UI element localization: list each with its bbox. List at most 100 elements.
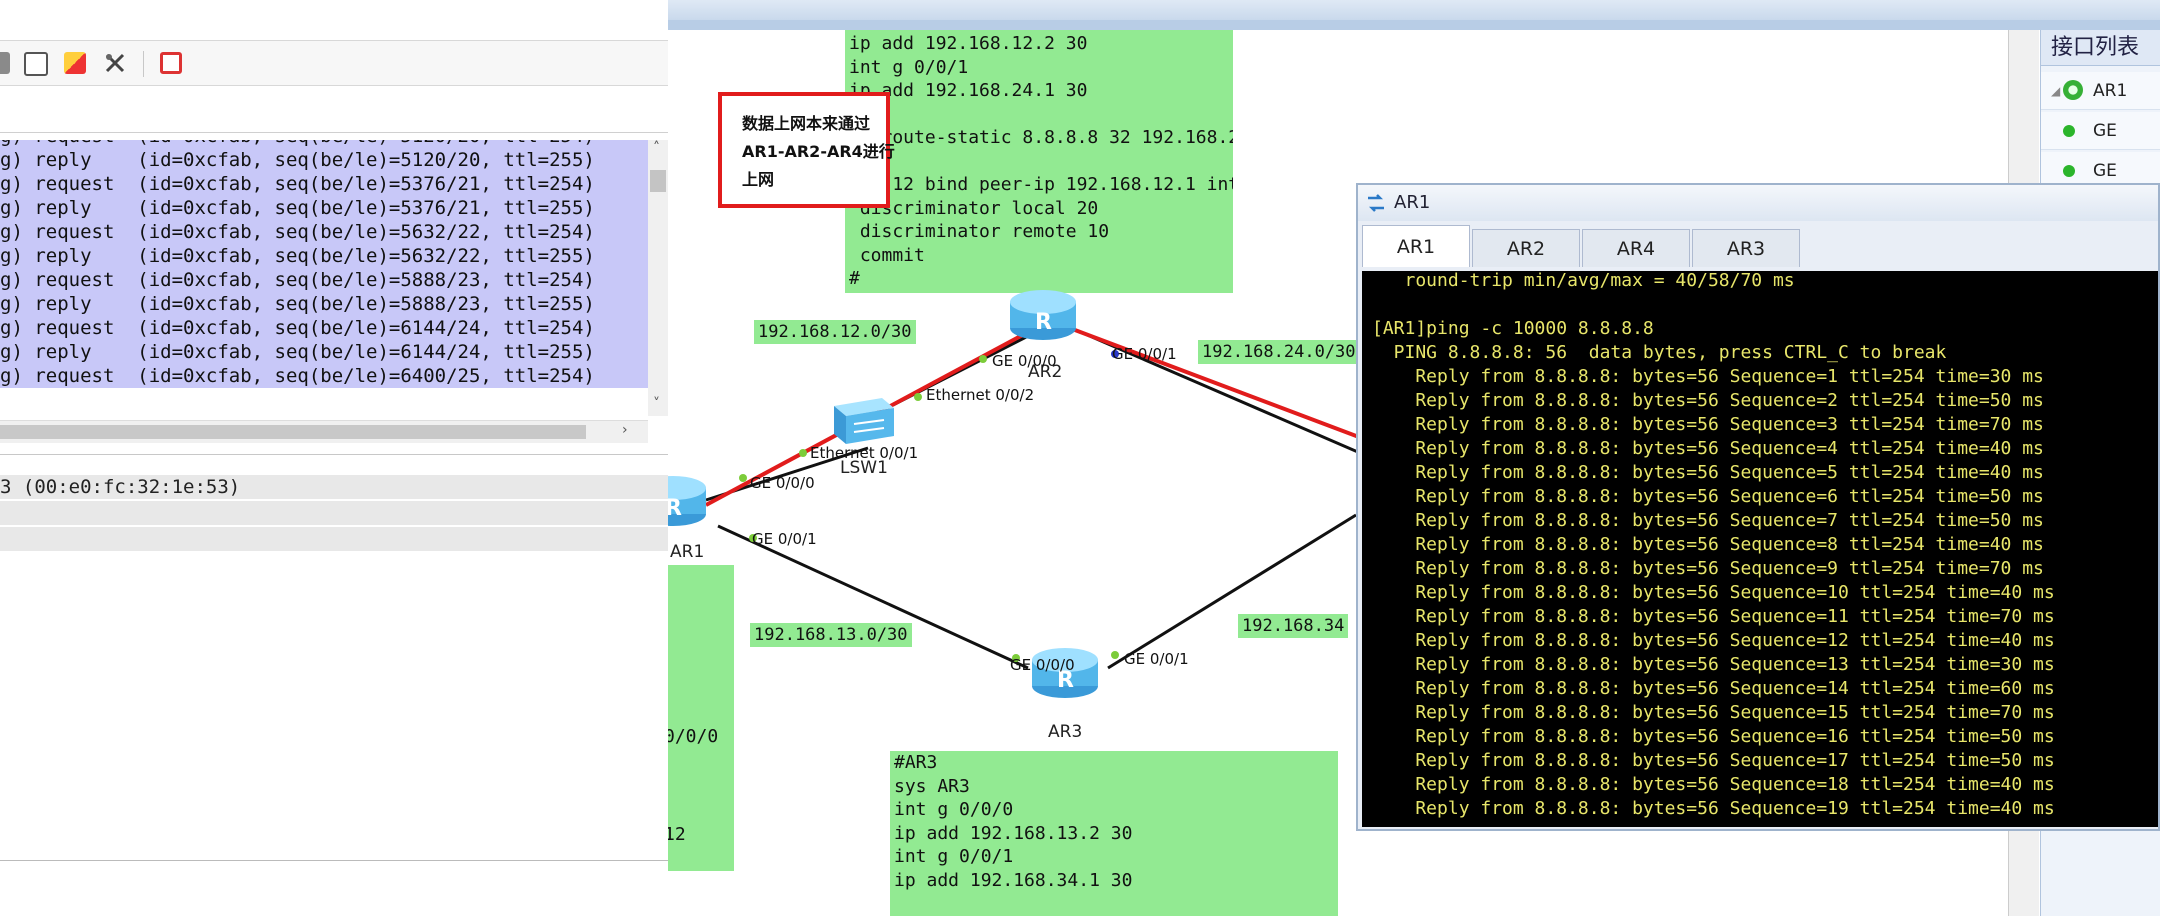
- config-note-left-line: 12: [668, 824, 686, 845]
- terminal-line: Reply from 8.8.8.8: bytes=56 Sequence=3 …: [1372, 414, 2044, 435]
- detail-row[interactable]: [0, 527, 668, 551]
- terminal-line: round-trip min/avg/max = 40/58/70 ms: [1372, 271, 1795, 291]
- terminal-line: Reply from 8.8.8.8: bytes=56 Sequence=17…: [1372, 750, 2055, 771]
- capture-toolbar: [0, 40, 668, 86]
- terminal-line: Reply from 8.8.8.8: bytes=56 Sequence=5 …: [1372, 462, 2044, 483]
- terminal-line: Reply from 8.8.8.8: bytes=56 Sequence=9 …: [1372, 558, 2044, 579]
- net-label-24[interactable]: 192.168.24.0/30: [1198, 340, 1360, 364]
- terminal-line: PING 8.8.8.8: 56 data bytes, press CTRL_…: [1372, 342, 1947, 363]
- scroll-thumb[interactable]: [650, 170, 666, 192]
- port-dot: [914, 393, 922, 401]
- config-note-ar2-text: ip add 192.168.12.2 30 int g 0/0/1 ip ad…: [849, 33, 1233, 289]
- port-label: GE 0/0/1: [752, 530, 817, 548]
- help-icon[interactable]: [160, 52, 182, 74]
- terminal-line: Reply from 8.8.8.8: bytes=56 Sequence=18…: [1372, 774, 2055, 795]
- packet-row[interactable]: g) request (id=0xcfab, seq(be/le)=5632/2…: [0, 220, 648, 244]
- callout-line: 上网: [742, 170, 775, 189]
- terminal-line: Reply from 8.8.8.8: bytes=56 Sequence=7 …: [1372, 510, 2044, 531]
- tab-ar1[interactable]: AR1: [1362, 225, 1470, 267]
- scroll-down-icon[interactable]: ˅: [653, 396, 660, 412]
- config-note-ar3[interactable]: #AR3 sys AR3 int g 0/0/0 ip add 192.168.…: [890, 751, 1338, 916]
- port-label: Ethernet 0/0/2: [926, 386, 1035, 404]
- terminal-line: Reply from 8.8.8.8: bytes=56 Sequence=4 …: [1372, 438, 2044, 459]
- port-label: GE 0/0/1: [1124, 650, 1189, 668]
- port-label: GE 0/0/0: [750, 474, 815, 492]
- detail-row[interactable]: 3 (00:e0:fc:32:1e:53): [0, 475, 668, 499]
- device-label-ar3: AR3: [1048, 722, 1083, 742]
- packet-row[interactable]: g) reply (id=0xcfab, seq(be/le)=5632/22,…: [0, 244, 648, 268]
- interface-list-item[interactable]: GE 0/0/0: [2041, 112, 2160, 179]
- link-up-icon: [2063, 125, 2075, 137]
- config-note-left[interactable]: 0/0/0 12: [668, 565, 734, 871]
- cli-window-ar1[interactable]: AR1 AR1 AR2 AR4 AR3 round-trip min/avg/m…: [1356, 183, 2160, 831]
- terminal-line: Reply from 8.8.8.8: bytes=56 Sequence=6 …: [1372, 486, 2044, 507]
- callout-line: AR1-AR2-AR4进行: [742, 142, 895, 161]
- net-label-13[interactable]: 192.168.13.0/30: [750, 623, 912, 647]
- packet-row[interactable]: g) request (id=0xcfab, seq(be/le)=5376/2…: [0, 172, 648, 196]
- callout-line: 数据上网本来通过: [742, 114, 871, 133]
- port-dot: [1111, 651, 1119, 659]
- annotation-callout[interactable]: 数据上网本来通过 AR1-AR2-AR4进行 上网: [718, 92, 895, 208]
- tab-ar3[interactable]: AR3: [1692, 229, 1800, 267]
- router-ar2-icon[interactable]: R: [1008, 284, 1078, 342]
- config-note-ar3-text: #AR3 sys AR3 int g 0/0/0 ip add 192.168.…: [894, 752, 1133, 891]
- packet-row[interactable]: g) request (id=0xcfab, seq(be/le)=5888/2…: [0, 268, 648, 292]
- packet-row[interactable]: g) request (id=0xcfab, seq(be/le)=6400/2…: [0, 364, 648, 388]
- tab-ar4[interactable]: AR4: [1582, 229, 1690, 267]
- cli-tabs: AR1 AR2 AR4 AR3: [1362, 225, 2158, 267]
- toolbar-separator: [143, 51, 144, 77]
- net-label-12[interactable]: 192.168.12.0/30: [754, 320, 916, 344]
- link-up-icon: [2063, 165, 2075, 177]
- port-dot: [739, 474, 747, 482]
- terminal-line: Reply from 8.8.8.8: bytes=56 Sequence=19…: [1372, 798, 2055, 819]
- terminal-line: Reply from 8.8.8.8: bytes=56 Sequence=10…: [1372, 582, 2055, 603]
- link-ar3-ar4: [1107, 513, 1357, 670]
- cli-window-titlebar[interactable]: AR1: [1358, 185, 2158, 221]
- coloring-rules-icon[interactable]: [64, 52, 86, 74]
- interface-list-header: 接口列表: [2041, 30, 2160, 66]
- tab-ar2[interactable]: AR2: [1472, 229, 1580, 267]
- terminal-line: Reply from 8.8.8.8: bytes=56 Sequence=13…: [1372, 654, 2055, 675]
- packet-list-hscroll[interactable]: ›: [0, 420, 648, 443]
- packet-capture-pane: g) request (id=0xcfab, seq(be/le)=5120/2…: [0, 0, 668, 916]
- terminal-line: Reply from 8.8.8.8: bytes=56 Sequence=11…: [1372, 606, 2055, 627]
- config-note-ar2[interactable]: ip add 192.168.12.2 30 int g 0/0/1 ip ad…: [845, 30, 1233, 293]
- terminal-line: Reply from 8.8.8.8: bytes=56 Sequence=1 …: [1372, 366, 2044, 387]
- scroll-right-icon[interactable]: ›: [622, 422, 628, 438]
- port-dot: [979, 355, 987, 363]
- router-ar1-icon[interactable]: R: [668, 470, 708, 528]
- switch-lsw1-icon[interactable]: [828, 390, 898, 448]
- cli-terminal[interactable]: round-trip min/avg/max = 40/58/70 ms [AR1…: [1362, 271, 2158, 827]
- display-filter-bar[interactable]: [0, 88, 668, 133]
- terminal-line: Reply from 8.8.8.8: bytes=56 Sequence=14…: [1372, 678, 2055, 699]
- packet-row[interactable]: g) reply (id=0xcfab, seq(be/le)=5376/21,…: [0, 196, 648, 220]
- packet-list[interactable]: g) request (id=0xcfab, seq(be/le)=5120/2…: [0, 140, 648, 416]
- port-label: GE 0/0/0: [1010, 656, 1075, 674]
- expand-icon[interactable]: ◢: [2051, 72, 2060, 110]
- terminal-line: Reply from 8.8.8.8: bytes=56 Sequence=2 …: [1372, 390, 2044, 411]
- port-dot: [799, 449, 807, 457]
- net-label-34[interactable]: 192.168.34: [1238, 614, 1349, 638]
- cli-window-title: AR1: [1394, 192, 1431, 213]
- packet-row[interactable]: g) reply (id=0xcfab, seq(be/le)=6144/24,…: [0, 340, 648, 364]
- hscroll-thumb[interactable]: [0, 425, 586, 439]
- terminal-line: Reply from 8.8.8.8: bytes=56 Sequence=12…: [1372, 630, 2055, 651]
- terminal-line: Reply from 8.8.8.8: bytes=56 Sequence=8 …: [1372, 534, 2044, 555]
- packet-details: 3 (00:e0:fc:32:1e:53): [0, 454, 668, 855]
- bytes-pane: [0, 860, 668, 916]
- terminal-line: Reply from 8.8.8.8: bytes=56 Sequence=16…: [1372, 726, 2055, 747]
- packet-row[interactable]: g) reply (id=0xcfab, seq(be/le)=5888/23,…: [0, 292, 648, 316]
- packet-list-vscroll[interactable]: ˄ ˅: [648, 140, 668, 416]
- interface-list-device[interactable]: ◢ AR1: [2041, 72, 2160, 110]
- port-label: Ethernet 0/0/1: [810, 444, 919, 462]
- capture-filter-icon[interactable]: [24, 52, 48, 76]
- edit-icon[interactable]: [0, 52, 10, 74]
- packet-row[interactable]: g) reply (id=0xcfab, seq(be/le)=5120/20,…: [0, 148, 648, 172]
- preferences-icon[interactable]: [104, 52, 126, 74]
- terminal-line: [AR1]ping -c 10000 8.8.8.8: [1372, 318, 1654, 339]
- packet-row[interactable]: g) request (id=0xcfab, seq(be/le)=6144/2…: [0, 316, 648, 340]
- svg-text:R: R: [668, 496, 682, 521]
- detail-row[interactable]: [0, 501, 668, 525]
- scroll-up-icon[interactable]: ˄: [653, 140, 660, 156]
- packet-row[interactable]: g) request (id=0xcfab, seq(be/le)=5120/2…: [0, 140, 648, 148]
